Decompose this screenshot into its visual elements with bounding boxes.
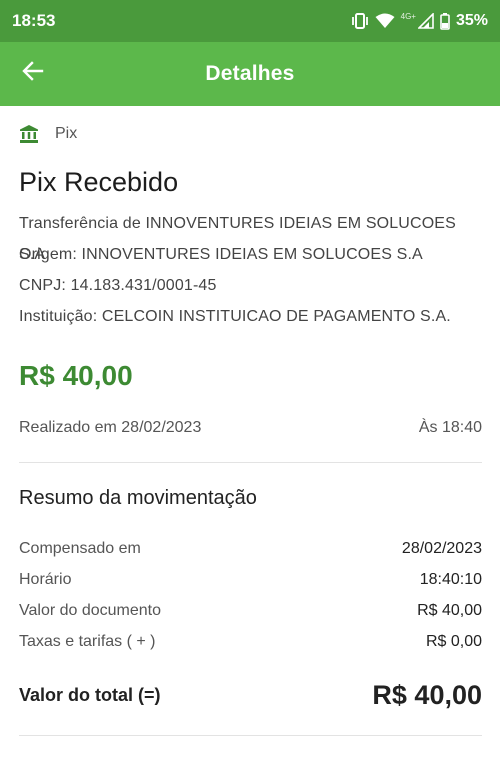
summary-list: Compensado em 28/02/2023 Horário 18:40:1…	[19, 533, 482, 657]
page-title: Detalhes	[205, 62, 295, 85]
cnpj-info: CNPJ: 14.183.431/0001-45	[19, 277, 217, 294]
transaction-time: Às 18:40	[418, 419, 482, 436]
vibrate-icon	[351, 13, 369, 29]
bank-icon	[19, 124, 39, 144]
summary-row-valor-documento: Valor do documento R$ 40,00	[19, 595, 482, 626]
category-label: Pix	[55, 125, 78, 142]
app-bar: Detalhes	[0, 42, 500, 106]
divider	[19, 735, 482, 736]
summary-label: Compensado em	[19, 540, 141, 557]
transaction-date: Realizado em 28/02/2023	[19, 419, 202, 436]
transaction-amount: R$ 40,00	[19, 360, 133, 391]
network-type-label: 4G+	[400, 11, 416, 21]
summary-label: Taxas e tarifas ( + )	[19, 633, 156, 650]
summary-title: Resumo da movimentação	[19, 487, 257, 509]
back-button[interactable]	[18, 58, 48, 88]
origin-info: Origem: INNOVENTURES IDEIAS EM SOLUCOES …	[19, 246, 423, 263]
battery-icon	[440, 12, 450, 30]
summary-row-horario: Horário 18:40:10	[19, 564, 482, 595]
summary-label: Valor do documento	[19, 602, 162, 619]
transaction-date-row: Realizado em 28/02/2023 Às 18:40	[19, 418, 482, 438]
battery-percent: 35%	[455, 12, 488, 29]
summary-value: R$ 40,00	[417, 602, 482, 619]
transaction-category: Pix	[19, 106, 482, 162]
divider	[19, 462, 482, 463]
summary-row-compensado: Compensado em 28/02/2023	[19, 533, 482, 564]
status-icons: 4G+ 35%	[351, 12, 488, 30]
signal-icon	[417, 13, 434, 29]
summary-row-taxas: Taxas e tarifas ( + ) R$ 0,00	[19, 626, 482, 657]
summary-value: R$ 0,00	[425, 633, 482, 650]
summary-value: 28/02/2023	[401, 540, 482, 557]
summary-label: Horário	[19, 571, 72, 588]
transfer-description: Transferência de INNOVENTURES IDEIAS EM …	[19, 215, 456, 263]
transaction-details: Pix Pix Recebido Transferência de INNOVE…	[19, 106, 482, 736]
wifi-icon	[375, 13, 395, 29]
total-row: Valor do total (=) R$ 40,00	[19, 675, 482, 715]
total-label: Valor do total (=)	[19, 684, 161, 705]
arrow-left-icon	[21, 59, 45, 88]
institution-info: Instituição: CELCOIN INSTITUICAO DE PAGA…	[19, 308, 451, 325]
total-value: R$ 40,00	[372, 679, 482, 710]
transaction-title: Pix Recebido	[19, 167, 179, 197]
status-bar: 18:53 4G+ 35%	[0, 0, 500, 42]
summary-value: 18:40:10	[419, 571, 482, 588]
status-time: 18:53	[12, 11, 56, 30]
